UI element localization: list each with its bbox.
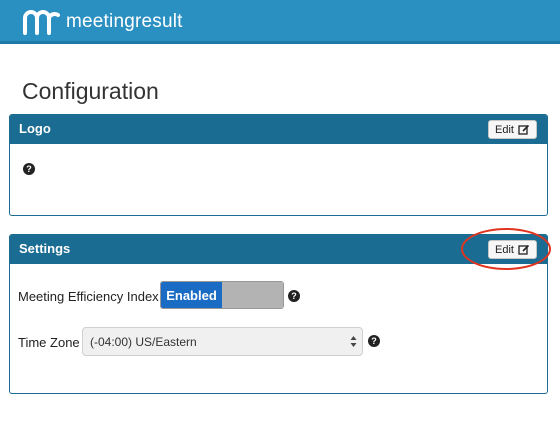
brand[interactable]: meetingresult (22, 9, 183, 35)
logo-panel: Logo Edit ? (9, 114, 548, 216)
annotation-circle (461, 228, 551, 270)
mei-toggle-on-label: Enabled (161, 282, 222, 308)
select-arrows-icon (350, 336, 357, 347)
timezone-help-icon[interactable]: ? (368, 335, 380, 347)
mr-logo-icon (23, 10, 60, 35)
mei-label: Meeting Efficiency Index (18, 289, 159, 304)
timezone-value: (-04:00) US/Eastern (90, 335, 197, 349)
timezone-select[interactable]: (-04:00) US/Eastern (82, 327, 363, 356)
top-navbar: meetingresult (0, 0, 560, 44)
brand-name: meetingresult (66, 11, 183, 32)
logo-help-icon[interactable]: ? (23, 163, 35, 175)
page-title: Configuration (22, 78, 159, 104)
logo-edit-label: Edit (495, 123, 514, 136)
mei-toggle[interactable]: Enabled (160, 281, 284, 309)
logo-panel-header: Logo Edit (10, 115, 547, 144)
timezone-label: Time Zone (18, 335, 80, 350)
edit-icon (518, 124, 530, 135)
logo-panel-title: Logo (19, 121, 51, 136)
settings-panel-title: Settings (19, 241, 71, 256)
mei-help-icon[interactable]: ? (288, 290, 300, 302)
logo-edit-button[interactable]: Edit (488, 120, 537, 139)
mei-toggle-off-half (222, 282, 283, 308)
